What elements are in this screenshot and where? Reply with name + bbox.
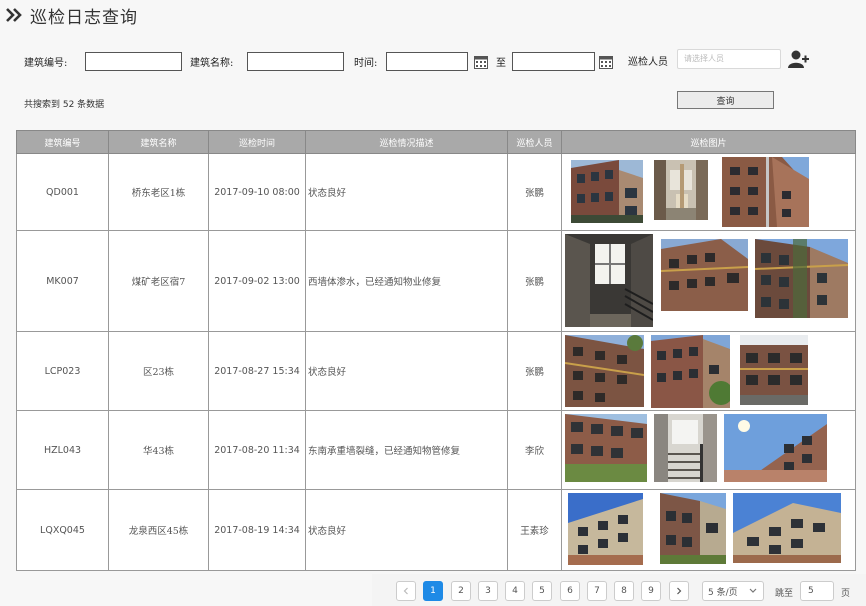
cell-desc: 状态良好: [305, 153, 508, 231]
cell-person: 张鹏: [507, 331, 562, 411]
cell-person: 王素珍: [507, 489, 562, 571]
building-no-label: 建筑编号:: [24, 58, 68, 69]
inspection-photo[interactable]: [733, 493, 841, 563]
table-row: HZL043 华43栋 2017-08-20 11:34 东南承重墙裂缝，已经通…: [16, 410, 856, 490]
table-row: LCP023 区23栋 2017-08-27 15:34 状态良好 张鹏: [16, 331, 856, 411]
cell-desc: 西墙体渗水，已经通知物业修复: [305, 230, 508, 332]
cell-photos: [561, 153, 856, 231]
inspection-photo[interactable]: [660, 493, 726, 564]
table-row: LQXQ045 龙泉西区45栋 2017-08-19 14:34 状态良好 王素…: [16, 489, 856, 571]
inspection-photo[interactable]: [651, 335, 730, 408]
cell-photos: [561, 410, 856, 490]
prev-page-button[interactable]: [396, 581, 416, 601]
page-size-select[interactable]: 5 条/页: [702, 581, 764, 601]
chevron-down-icon: [749, 588, 757, 593]
page-button-9[interactable]: 9: [641, 581, 661, 601]
inspection-photo[interactable]: [565, 335, 644, 407]
inspection-photo[interactable]: [722, 157, 809, 227]
inspection-photo[interactable]: [654, 414, 717, 482]
cell-name: 桥东老区1栋: [108, 153, 209, 231]
chevron-left-icon: [403, 587, 408, 595]
time-label: 时间:: [354, 58, 378, 69]
cell-name: 煤矿老区宿7: [108, 230, 209, 332]
column-header-code: 建筑编号: [16, 130, 109, 154]
query-button[interactable]: 查询: [677, 91, 774, 109]
building-name-label: 建筑名称:: [190, 58, 234, 69]
cell-code: HZL043: [16, 410, 109, 490]
page-button-2[interactable]: 2: [451, 581, 471, 601]
end-date-input[interactable]: [512, 52, 595, 71]
page-button-4[interactable]: 4: [505, 581, 525, 601]
cell-name: 区23栋: [108, 331, 209, 411]
page-button-3[interactable]: 3: [478, 581, 498, 601]
cell-person: 张鹏: [507, 230, 562, 332]
column-header-time: 巡检时间: [208, 130, 306, 154]
column-header-desc: 巡检情况描述: [305, 130, 508, 154]
cell-code: LQXQ045: [16, 489, 109, 571]
table-row: MK007 煤矿老区宿7 2017-09-02 13:00 西墙体渗水，已经通知…: [16, 230, 856, 332]
jump-label: 跳至: [775, 589, 794, 599]
result-count: 共搜索到 52 条数据: [24, 100, 105, 110]
inspection-photo[interactable]: [724, 414, 827, 482]
inspection-photo[interactable]: [654, 160, 708, 220]
cell-time: 2017-08-27 15:34: [208, 331, 306, 411]
cell-code: QD001: [16, 153, 109, 231]
next-page-button[interactable]: [669, 581, 689, 601]
cell-time: 2017-09-10 08:00: [208, 153, 306, 231]
page-button-8[interactable]: 8: [614, 581, 634, 601]
inspection-photo[interactable]: [661, 239, 748, 311]
pagination: 1 2 3 4 5 6 7 8 9 5 条/页 跳至 5 页: [372, 574, 866, 606]
page-header: 巡检日志查询: [4, 2, 138, 28]
chevron-right-icon: [677, 587, 682, 595]
page-suffix-label: 页: [841, 589, 851, 599]
start-date-input[interactable]: [386, 52, 468, 71]
inspection-photo[interactable]: [565, 234, 653, 327]
inspection-photo[interactable]: [571, 160, 643, 223]
cell-photos: [561, 230, 856, 332]
column-header-person: 巡检人员: [507, 130, 562, 154]
column-header-photos: 巡检图片: [561, 130, 856, 154]
table-row: QD001 桥东老区1栋 2017-09-10 08:00 状态良好 张鹏: [16, 153, 856, 231]
cell-name: 龙泉西区45栋: [108, 489, 209, 571]
cell-time: 2017-08-19 14:34: [208, 489, 306, 571]
column-header-name: 建筑名称: [108, 130, 209, 154]
page-button-1[interactable]: 1: [423, 581, 443, 601]
page-button-6[interactable]: 6: [560, 581, 580, 601]
cell-photos: [561, 331, 856, 411]
double-chevron-right-icon: [4, 4, 26, 26]
inspection-photo[interactable]: [565, 414, 647, 482]
building-name-input[interactable]: [247, 52, 344, 71]
cell-code: MK007: [16, 230, 109, 332]
page-button-7[interactable]: 7: [587, 581, 607, 601]
cell-desc: 状态良好: [305, 489, 508, 571]
cell-code: LCP023: [16, 331, 109, 411]
add-person-icon[interactable]: [788, 49, 810, 69]
inspector-select[interactable]: 请选择人员: [677, 49, 781, 69]
inspector-label: 巡检人员: [628, 57, 668, 68]
cell-photos: [561, 489, 856, 571]
page-size-value: 5 条/页: [708, 587, 738, 598]
inspection-table: 建筑编号 建筑名称 巡检时间 巡检情况描述 巡检人员 巡检图片 QD001 桥东…: [16, 130, 856, 571]
inspection-photo[interactable]: [755, 239, 848, 318]
to-label: 至: [496, 58, 506, 69]
cell-time: 2017-08-20 11:34: [208, 410, 306, 490]
cell-person: 张鹏: [507, 153, 562, 231]
page-title: 巡检日志查询: [30, 7, 138, 28]
cell-person: 李欣: [507, 410, 562, 490]
cell-time: 2017-09-02 13:00: [208, 230, 306, 332]
cell-desc: 东南承重墙裂缝，已经通知物管修复: [305, 410, 508, 490]
inspection-photo[interactable]: [568, 493, 643, 565]
cell-name: 华43栋: [108, 410, 209, 490]
building-no-input[interactable]: [85, 52, 182, 71]
jump-page-input[interactable]: 5: [800, 581, 834, 601]
page-button-5[interactable]: 5: [532, 581, 552, 601]
calendar-icon[interactable]: [474, 54, 488, 69]
table-header-row: 建筑编号 建筑名称 巡检时间 巡检情况描述 巡检人员 巡检图片: [16, 130, 856, 154]
cell-desc: 状态良好: [305, 331, 508, 411]
inspection-photo[interactable]: [740, 335, 808, 405]
calendar-icon[interactable]: [599, 54, 613, 69]
